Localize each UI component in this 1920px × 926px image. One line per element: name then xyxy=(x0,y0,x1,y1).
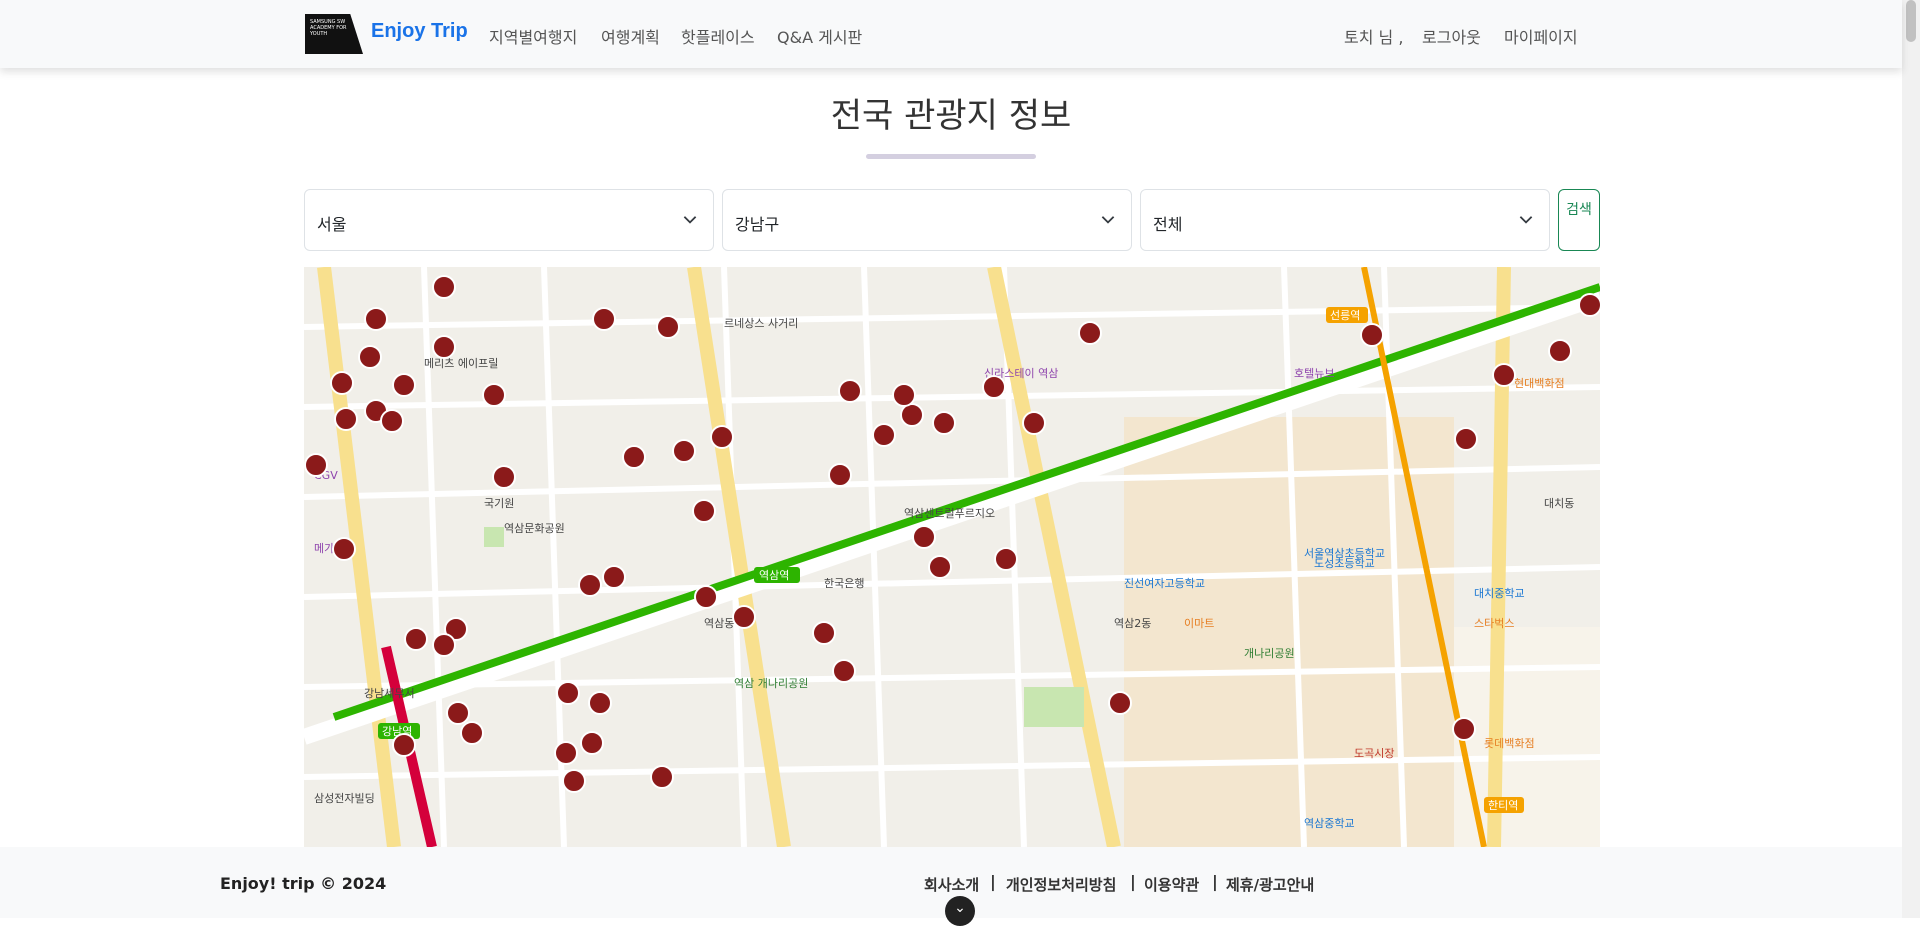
mypage-link[interactable]: 마이페이지 xyxy=(1504,24,1578,48)
svg-text:호텔뉴브: 호텔뉴브 xyxy=(1294,367,1334,380)
svg-text:현대백화점: 현대백화점 xyxy=(1514,377,1565,390)
chevron-down-icon xyxy=(683,216,697,224)
scrollbar-thumb[interactable] xyxy=(1906,0,1916,42)
svg-text:역삼동: 역삼동 xyxy=(704,617,734,630)
search-button[interactable]: 검색 xyxy=(1558,189,1600,251)
svg-text:삼성전자빌딩: 삼성전자빌딩 xyxy=(314,792,375,805)
footer-copyright: Enjoy! trip © 2024 xyxy=(220,874,387,893)
gugun-select[interactable]: 강남구 xyxy=(722,189,1132,251)
svg-text:한국은행: 한국은행 xyxy=(824,577,864,590)
brand-logo[interactable]: SAMSUNG SW ACADEMY FOR YOUTH xyxy=(305,14,363,54)
footer-separator: | xyxy=(990,872,996,891)
svg-text:대치중학교: 대치중학교 xyxy=(1474,587,1525,600)
svg-text:메리츠 에이프릴: 메리츠 에이프릴 xyxy=(424,357,498,370)
user-greeting: 토치 님 , xyxy=(1344,28,1404,47)
svg-text:개나리공원: 개나리공원 xyxy=(1244,647,1295,660)
footer-link-terms[interactable]: 이용약관 xyxy=(1144,874,1199,895)
tour-map[interactable]: 역삼역 강남역 선릉역 한티역 메리츠 에이프릴 국기원 역삼문화공원 한국은행… xyxy=(304,267,1600,847)
svg-text:역삼2동: 역삼2동 xyxy=(1114,617,1151,630)
svg-text:역삼역: 역삼역 xyxy=(759,569,789,582)
scrollbar-track[interactable] xyxy=(1902,0,1920,918)
footer-link-ads[interactable]: 제휴/광고안내 xyxy=(1226,874,1314,895)
title-underline xyxy=(866,154,1036,159)
navbar: SAMSUNG SW ACADEMY FOR YOUTH Enjoy Trip … xyxy=(0,0,1902,68)
nav-hotplace[interactable]: 핫플레이스 xyxy=(681,24,755,48)
svg-text:강남세무서: 강남세무서 xyxy=(364,687,415,700)
svg-text:역삼센트럴푸르지오: 역삼센트럴푸르지오 xyxy=(904,507,995,520)
logo-text: SAMSUNG SW ACADEMY FOR YOUTH xyxy=(310,19,347,37)
park xyxy=(484,527,504,547)
svg-text:국기원: 국기원 xyxy=(484,497,514,510)
content-type-select[interactable]: 전체 xyxy=(1140,189,1550,251)
footer-separator: | xyxy=(1212,872,1218,891)
svg-text:한티역: 한티역 xyxy=(1488,799,1518,812)
nav-trip-plan[interactable]: 여행계획 xyxy=(601,24,660,48)
svg-text:역삼 개나리공원: 역삼 개나리공원 xyxy=(734,677,808,690)
sido-select[interactable]: 서울 xyxy=(304,189,714,251)
svg-text:선릉역: 선릉역 xyxy=(1330,309,1360,322)
svg-text:진선여자고등학교: 진선여자고등학교 xyxy=(1124,577,1205,590)
footer-link-company[interactable]: 회사소개 xyxy=(924,874,979,895)
svg-text:도곡시장: 도곡시장 xyxy=(1354,747,1394,760)
brand-name[interactable]: Enjoy Trip xyxy=(371,20,468,43)
gugun-select-value: 강남구 xyxy=(735,215,780,234)
page-title: 전국 관광지 정보 xyxy=(830,96,1072,136)
svg-text:스타벅스: 스타벅스 xyxy=(1474,617,1514,630)
chevron-down-icon xyxy=(1519,216,1533,224)
svg-text:도성초등학교: 도성초등학교 xyxy=(1314,557,1375,570)
logout-link[interactable]: 로그아웃 xyxy=(1422,24,1481,48)
footer-link-privacy[interactable]: 개인정보처리방침 xyxy=(1006,874,1116,895)
nav-regional-destinations[interactable]: 지역별여행지 xyxy=(489,24,577,48)
svg-text:롯데백화점: 롯데백화점 xyxy=(1484,737,1535,750)
park xyxy=(1024,687,1084,727)
map-canvas[interactable]: 역삼역 강남역 선릉역 한티역 메리츠 에이프릴 국기원 역삼문화공원 한국은행… xyxy=(304,267,1600,847)
svg-text:르네상스 사거리: 르네상스 사거리 xyxy=(724,317,798,330)
sido-select-value: 서울 xyxy=(317,215,347,234)
svg-text:역삼문화공원: 역삼문화공원 xyxy=(504,522,565,535)
svg-text:대치동: 대치동 xyxy=(1544,497,1574,510)
content-type-select-value: 전체 xyxy=(1153,215,1183,234)
chevron-down-icon xyxy=(1101,216,1115,224)
svg-text:역삼중학교: 역삼중학교 xyxy=(1304,817,1355,830)
svg-text:이마트: 이마트 xyxy=(1184,617,1214,630)
footer-separator: | xyxy=(1130,872,1136,891)
chevron-down-icon[interactable]: ⌄ xyxy=(945,896,975,926)
nav-qna-board[interactable]: Q&A 게시판 xyxy=(777,24,862,48)
